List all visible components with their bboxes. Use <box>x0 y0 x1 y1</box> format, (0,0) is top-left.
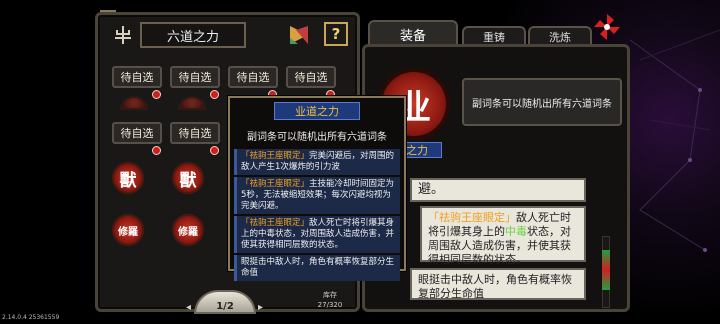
seal-beast-1[interactable]: 獸 <box>112 162 144 194</box>
tooltip-karma: 业道之力 副词条可以随机出所有六道词条 「祛驹王座眼定」完美闪避后，对周围的敌人… <box>228 96 406 281</box>
tooltip-affix-row: 「祛驹王座眼定」敌人死亡时将引爆其身上的中毒状态，对周围敌人造成伤害，并使其获得… <box>234 216 400 253</box>
panel-title: 六道之力 <box>140 22 246 48</box>
notification-dot <box>210 90 219 99</box>
empty-slot[interactable]: 待自选 <box>170 122 220 144</box>
affix-text: 敌人死亡时 <box>516 211 571 224</box>
close-pinwheel-icon[interactable] <box>592 12 622 42</box>
inventory-count: 27/320 <box>317 301 343 309</box>
tab-equip[interactable]: 装备 <box>368 20 458 46</box>
seal-beast-2[interactable]: 獸 <box>172 162 204 194</box>
trident-icon <box>112 24 134 46</box>
game-screen: 六道之力 ? 待自选待自选待自选待自选待自选待自选待自选待自选 獸 獸 修羅 修… <box>0 0 720 324</box>
chevron-left-icon[interactable]: ◂ <box>186 302 196 313</box>
affix-tag: 「祛驹王座眼定」 <box>241 179 310 189</box>
chevron-right-icon[interactable]: ▸ <box>258 302 268 313</box>
notification-dot <box>152 90 161 99</box>
tooltip-affix-row: 眼挺击中敌人时，角色有概率恢复部分生命值 <box>234 255 400 281</box>
empty-slot[interactable]: 待自选 <box>286 66 336 88</box>
scrollbar-thumb[interactable] <box>602 250 610 290</box>
help-button[interactable]: ? <box>324 22 348 46</box>
tooltip-affix-row: 「祛驹王座眼定」完美闪避后，对周围的敌人产生1次爆炸的引力波 <box>234 149 400 175</box>
affix-tag: 「祛驹王座眼定」 <box>241 151 310 161</box>
empty-slot[interactable]: 待自选 <box>228 66 278 88</box>
empty-slot[interactable]: 待自选 <box>112 66 162 88</box>
affix-tag: 「祛驹王座眼定」 <box>241 218 310 228</box>
affix-poison: 「祛驹王座眼定」敌人死亡时将引爆其身上的中毒状态，对周围敌人造成伤害，并使其获得… <box>420 206 586 266</box>
affix-text: 将引爆其身上的 <box>428 225 505 238</box>
poison-keyword: 中毒 <box>505 225 527 238</box>
affix-tag: 「祛驹王座眼定」 <box>428 211 516 224</box>
empty-slot[interactable]: 待自选 <box>112 122 162 144</box>
version-label: 2.14.0.4 25361559 <box>2 314 60 321</box>
seal-asura-2[interactable]: 修羅 <box>172 214 204 246</box>
tooltip-subtitle: 副词条可以随机出所有六道词条 <box>247 132 387 143</box>
tooltip-affix-row: 「祛驹王座眼定」主技能冷却时间固定为5秒，无法被缩短效果；每次闪避均视为完美闪避… <box>234 177 400 214</box>
puzzle-icon[interactable] <box>288 24 310 46</box>
affix-text: 眼挺击中敌人时，角色有概率恢复部分生命值 <box>241 257 395 278</box>
tab-refine[interactable]: 洗炼 <box>528 26 592 46</box>
notification-dot <box>210 146 219 155</box>
inventory-label: 库存 <box>323 291 337 299</box>
seal-asura-1[interactable]: 修羅 <box>112 214 144 246</box>
tab-reforge[interactable]: 重铸 <box>462 26 526 46</box>
affix-heal: 眼挺击中敌人时，角色有概率恢复部分生命值 <box>410 268 586 300</box>
affix-tail: 避。 <box>410 178 586 202</box>
tooltip-title: 业道之力 <box>274 102 360 120</box>
empty-slot[interactable]: 待自选 <box>170 66 220 88</box>
seal-description: 副词条可以随机出所有六道词条 <box>462 78 622 126</box>
tooltip-rows: 「祛驹王座眼定」完美闪避后，对周围的敌人产生1次爆炸的引力波 「祛驹王座眼定」主技… <box>230 149 404 281</box>
notification-dot <box>152 146 161 155</box>
